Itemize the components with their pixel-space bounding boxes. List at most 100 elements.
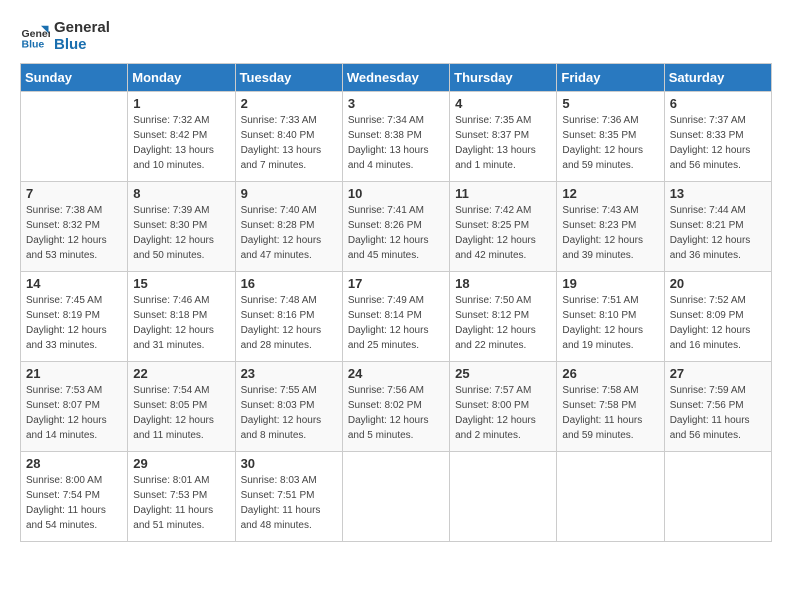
calendar-cell: 9 Sunrise: 7:40 AM Sunset: 8:28 PM Daylig… bbox=[235, 182, 342, 272]
calendar-cell bbox=[342, 452, 449, 542]
calendar-cell: 6 Sunrise: 7:37 AM Sunset: 8:33 PM Daylig… bbox=[664, 92, 771, 182]
day-number: 22 bbox=[133, 366, 229, 381]
calendar-cell: 29 Sunrise: 8:01 AM Sunset: 7:53 PM Dayli… bbox=[128, 452, 235, 542]
day-header-thursday: Thursday bbox=[450, 64, 557, 92]
day-number: 19 bbox=[562, 276, 658, 291]
day-header-tuesday: Tuesday bbox=[235, 64, 342, 92]
calendar-cell: 18 Sunrise: 7:50 AM Sunset: 8:12 PM Dayli… bbox=[450, 272, 557, 362]
day-header-monday: Monday bbox=[128, 64, 235, 92]
day-number: 13 bbox=[670, 186, 766, 201]
day-info: Sunrise: 7:44 AM Sunset: 8:21 PM Dayligh… bbox=[670, 203, 766, 263]
calendar-cell: 12 Sunrise: 7:43 AM Sunset: 8:23 PM Dayli… bbox=[557, 182, 664, 272]
day-number: 10 bbox=[348, 186, 444, 201]
day-number: 15 bbox=[133, 276, 229, 291]
day-number: 20 bbox=[670, 276, 766, 291]
day-number: 27 bbox=[670, 366, 766, 381]
day-number: 5 bbox=[562, 96, 658, 111]
day-info: Sunrise: 7:54 AM Sunset: 8:05 PM Dayligh… bbox=[133, 383, 229, 443]
calendar-cell bbox=[21, 92, 128, 182]
svg-text:Blue: Blue bbox=[22, 38, 45, 50]
logo-icon: General Blue bbox=[20, 22, 50, 52]
day-info: Sunrise: 7:57 AM Sunset: 8:00 PM Dayligh… bbox=[455, 383, 551, 443]
calendar-cell: 5 Sunrise: 7:36 AM Sunset: 8:35 PM Daylig… bbox=[557, 92, 664, 182]
page-header: General Blue General Blue bbox=[20, 20, 772, 53]
day-info: Sunrise: 7:51 AM Sunset: 8:10 PM Dayligh… bbox=[562, 293, 658, 353]
day-number: 8 bbox=[133, 186, 229, 201]
day-number: 4 bbox=[455, 96, 551, 111]
day-number: 23 bbox=[241, 366, 337, 381]
day-info: Sunrise: 7:36 AM Sunset: 8:35 PM Dayligh… bbox=[562, 113, 658, 173]
calendar-cell: 15 Sunrise: 7:46 AM Sunset: 8:18 PM Dayli… bbox=[128, 272, 235, 362]
day-info: Sunrise: 7:45 AM Sunset: 8:19 PM Dayligh… bbox=[26, 293, 122, 353]
day-info: Sunrise: 7:53 AM Sunset: 8:07 PM Dayligh… bbox=[26, 383, 122, 443]
day-number: 17 bbox=[348, 276, 444, 291]
day-number: 1 bbox=[133, 96, 229, 111]
day-info: Sunrise: 8:01 AM Sunset: 7:53 PM Dayligh… bbox=[133, 473, 229, 533]
day-number: 6 bbox=[670, 96, 766, 111]
day-number: 11 bbox=[455, 186, 551, 201]
day-number: 3 bbox=[348, 96, 444, 111]
calendar-cell: 2 Sunrise: 7:33 AM Sunset: 8:40 PM Daylig… bbox=[235, 92, 342, 182]
calendar-cell: 21 Sunrise: 7:53 AM Sunset: 8:07 PM Dayli… bbox=[21, 362, 128, 452]
calendar-cell: 8 Sunrise: 7:39 AM Sunset: 8:30 PM Daylig… bbox=[128, 182, 235, 272]
day-info: Sunrise: 7:35 AM Sunset: 8:37 PM Dayligh… bbox=[455, 113, 551, 173]
calendar-cell: 3 Sunrise: 7:34 AM Sunset: 8:38 PM Daylig… bbox=[342, 92, 449, 182]
day-info: Sunrise: 7:59 AM Sunset: 7:56 PM Dayligh… bbox=[670, 383, 766, 443]
day-info: Sunrise: 7:55 AM Sunset: 8:03 PM Dayligh… bbox=[241, 383, 337, 443]
calendar-cell: 13 Sunrise: 7:44 AM Sunset: 8:21 PM Dayli… bbox=[664, 182, 771, 272]
day-info: Sunrise: 7:58 AM Sunset: 7:58 PM Dayligh… bbox=[562, 383, 658, 443]
day-info: Sunrise: 8:03 AM Sunset: 7:51 PM Dayligh… bbox=[241, 473, 337, 533]
day-header-sunday: Sunday bbox=[21, 64, 128, 92]
day-number: 26 bbox=[562, 366, 658, 381]
day-header-saturday: Saturday bbox=[664, 64, 771, 92]
logo: General Blue General Blue bbox=[20, 20, 110, 53]
day-info: Sunrise: 7:38 AM Sunset: 8:32 PM Dayligh… bbox=[26, 203, 122, 263]
day-info: Sunrise: 7:42 AM Sunset: 8:25 PM Dayligh… bbox=[455, 203, 551, 263]
day-info: Sunrise: 7:32 AM Sunset: 8:42 PM Dayligh… bbox=[133, 113, 229, 173]
calendar-cell: 17Sunrise: 7:49 AM Sunset: 8:14 PM Dayli… bbox=[342, 272, 449, 362]
day-number: 29 bbox=[133, 456, 229, 471]
calendar-cell: 7 Sunrise: 7:38 AM Sunset: 8:32 PM Daylig… bbox=[21, 182, 128, 272]
day-number: 25 bbox=[455, 366, 551, 381]
calendar-cell: 30 Sunrise: 8:03 AM Sunset: 7:51 PM Dayli… bbox=[235, 452, 342, 542]
day-number: 30 bbox=[241, 456, 337, 471]
day-info: Sunrise: 7:46 AM Sunset: 8:18 PM Dayligh… bbox=[133, 293, 229, 353]
day-info: Sunrise: 7:48 AM Sunset: 8:16 PM Dayligh… bbox=[241, 293, 337, 353]
day-header-friday: Friday bbox=[557, 64, 664, 92]
calendar-cell: 10Sunrise: 7:41 AM Sunset: 8:26 PM Dayli… bbox=[342, 182, 449, 272]
calendar-cell: 16 Sunrise: 7:48 AM Sunset: 8:16 PM Dayli… bbox=[235, 272, 342, 362]
day-number: 18 bbox=[455, 276, 551, 291]
calendar-cell: 24Sunrise: 7:56 AM Sunset: 8:02 PM Dayli… bbox=[342, 362, 449, 452]
calendar-cell: 19 Sunrise: 7:51 AM Sunset: 8:10 PM Dayli… bbox=[557, 272, 664, 362]
day-info: Sunrise: 7:52 AM Sunset: 8:09 PM Dayligh… bbox=[670, 293, 766, 353]
calendar-cell: 22 Sunrise: 7:54 AM Sunset: 8:05 PM Dayli… bbox=[128, 362, 235, 452]
day-info: Sunrise: 7:34 AM Sunset: 8:38 PM Dayligh… bbox=[348, 113, 444, 173]
calendar-cell: 26 Sunrise: 7:58 AM Sunset: 7:58 PM Dayli… bbox=[557, 362, 664, 452]
calendar-cell: 20 Sunrise: 7:52 AM Sunset: 8:09 PM Dayli… bbox=[664, 272, 771, 362]
day-number: 12 bbox=[562, 186, 658, 201]
day-number: 2 bbox=[241, 96, 337, 111]
calendar-cell: 4 Sunrise: 7:35 AM Sunset: 8:37 PM Daylig… bbox=[450, 92, 557, 182]
day-info: Sunrise: 7:33 AM Sunset: 8:40 PM Dayligh… bbox=[241, 113, 337, 173]
calendar-cell bbox=[450, 452, 557, 542]
logo-general: General bbox=[54, 20, 110, 37]
calendar-cell: 1 Sunrise: 7:32 AM Sunset: 8:42 PM Daylig… bbox=[128, 92, 235, 182]
day-number: 7 bbox=[26, 186, 122, 201]
day-info: Sunrise: 7:40 AM Sunset: 8:28 PM Dayligh… bbox=[241, 203, 337, 263]
day-number: 24 bbox=[348, 366, 444, 381]
day-info: Sunrise: 7:43 AM Sunset: 8:23 PM Dayligh… bbox=[562, 203, 658, 263]
day-info: Sunrise: 7:39 AM Sunset: 8:30 PM Dayligh… bbox=[133, 203, 229, 263]
calendar-cell: 11 Sunrise: 7:42 AM Sunset: 8:25 PM Dayli… bbox=[450, 182, 557, 272]
logo-blue: Blue bbox=[54, 37, 110, 54]
calendar-header: SundayMondayTuesdayWednesdayThursdayFrid… bbox=[21, 64, 772, 92]
calendar-cell bbox=[557, 452, 664, 542]
day-info: Sunrise: 7:37 AM Sunset: 8:33 PM Dayligh… bbox=[670, 113, 766, 173]
calendar-table: SundayMondayTuesdayWednesdayThursdayFrid… bbox=[20, 63, 772, 542]
calendar-cell: 27 Sunrise: 7:59 AM Sunset: 7:56 PM Dayli… bbox=[664, 362, 771, 452]
day-number: 9 bbox=[241, 186, 337, 201]
day-number: 21 bbox=[26, 366, 122, 381]
day-info: Sunrise: 7:50 AM Sunset: 8:12 PM Dayligh… bbox=[455, 293, 551, 353]
day-number: 16 bbox=[241, 276, 337, 291]
day-number: 28 bbox=[26, 456, 122, 471]
day-number: 14 bbox=[26, 276, 122, 291]
